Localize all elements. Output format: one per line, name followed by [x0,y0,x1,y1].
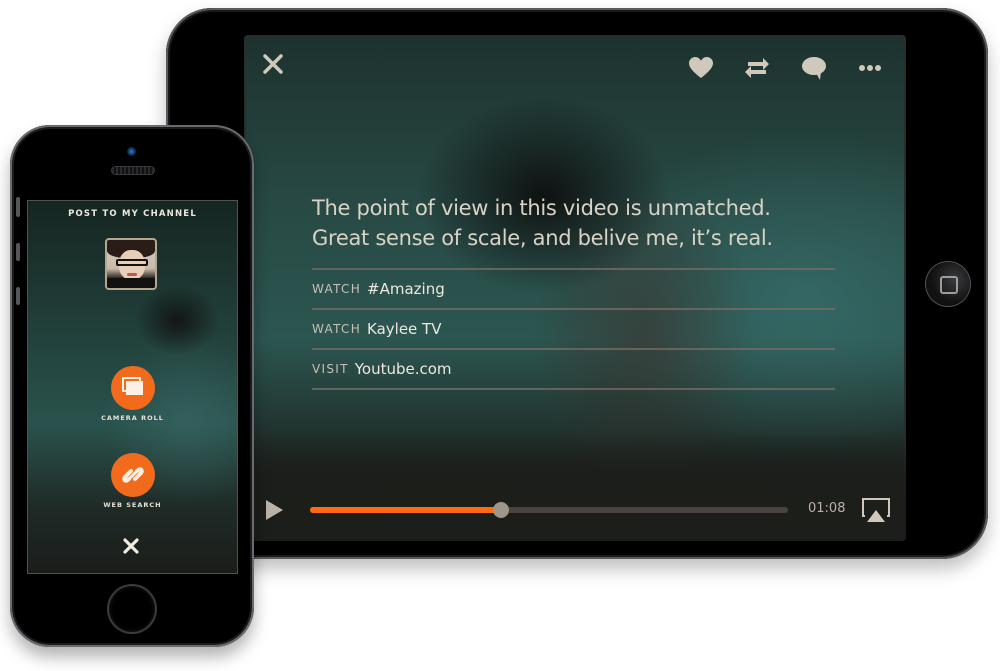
close-icon[interactable] [262,53,284,75]
comment-icon[interactable] [801,55,827,81]
link-target[interactable]: Kaylee TV [367,320,441,338]
earpiece-speaker [112,167,154,174]
link-target[interactable]: Youtube.com [355,360,452,378]
link-row-website[interactable]: VISIT Youtube.com [312,350,835,390]
airplay-icon[interactable] [862,497,890,523]
volume-down-button[interactable] [16,287,20,305]
link-row-hashtag[interactable]: WATCH #Amazing [312,270,835,310]
video-player-screen: The point of view in this video is unmat… [244,35,906,541]
volume-up-button[interactable] [16,243,20,261]
heart-icon[interactable] [688,56,714,80]
camera-roll-label: CAMERA ROLL [101,414,164,422]
phone-home-button[interactable] [109,586,155,632]
close-icon[interactable] [123,538,139,554]
progress-fill [310,507,502,513]
home-square-icon [940,276,958,294]
post-to-channel-screen: POST TO MY CHANNEL CAMERA ROLL WEB SEARC… [27,200,238,574]
user-avatar[interactable] [105,238,157,290]
more-icon[interactable] [858,61,882,73]
comment-text: The point of view in this video is unmat… [312,196,773,250]
repost-icon[interactable] [744,55,770,81]
link-row-channel[interactable]: WATCH Kaylee TV [312,310,835,350]
player-controls: 01:08 [244,485,906,541]
link-verb: WATCH [312,282,362,296]
avatar-lips [127,273,137,276]
web-search-button[interactable]: WEB SEARCH [27,453,238,509]
web-search-label: WEB SEARCH [103,501,162,509]
tablet-home-button[interactable] [926,262,970,306]
progress-slider[interactable] [310,502,788,518]
link-icon [110,453,155,497]
link-verb: VISIT [312,362,349,376]
elapsed-time: 01:08 [808,501,846,516]
phone-device: POST TO MY CHANNEL CAMERA ROLL WEB SEARC… [10,125,254,647]
link-target[interactable]: #Amazing [367,280,445,298]
related-links-list: WATCH #Amazing WATCH Kaylee TV VISIT You… [312,268,835,390]
tablet-device: The point of view in this video is unmat… [166,8,988,559]
avatar-glasses [116,259,148,266]
camera-roll-icon [110,366,155,410]
mute-switch[interactable] [16,197,20,217]
screen-title: POST TO MY CHANNEL [68,209,197,219]
play-icon[interactable] [264,499,284,521]
progress-thumb[interactable] [493,502,510,518]
camera-roll-button[interactable]: CAMERA ROLL [27,366,238,422]
avatar-shirt [107,278,155,288]
link-verb: WATCH [312,322,362,336]
front-camera [127,147,136,156]
